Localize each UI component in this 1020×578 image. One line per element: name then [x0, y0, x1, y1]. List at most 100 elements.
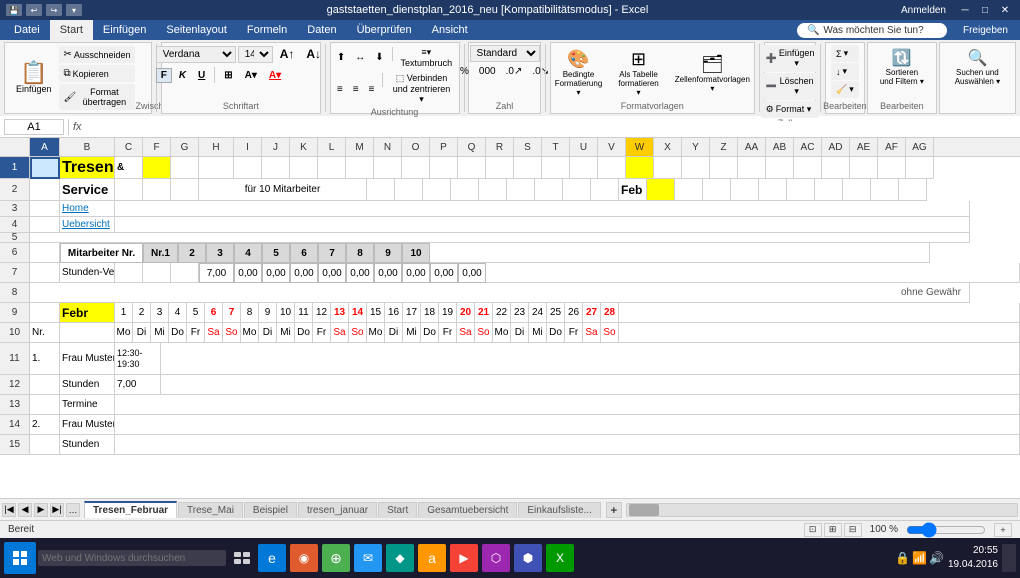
cell-q10-mo[interactable]: Mo — [367, 323, 385, 343]
find-select-btn[interactable]: 🔍 Suchen und Auswählen ▾ — [944, 45, 1011, 89]
cell-ab2[interactable] — [759, 179, 787, 201]
cell-a14[interactable]: 2. — [30, 415, 60, 435]
bold-btn[interactable]: F — [156, 68, 172, 83]
row-header-4[interactable]: 4 — [0, 217, 29, 233]
row-header-1[interactable]: 1 — [0, 157, 29, 179]
cell-s1[interactable] — [514, 157, 542, 179]
cell-i7[interactable]: 0,00 — [234, 263, 262, 283]
cell-a2[interactable] — [30, 179, 60, 201]
cell-m10-do[interactable]: Do — [295, 323, 313, 343]
cell-a10[interactable]: Nr. — [30, 323, 60, 343]
cell-v10-sa[interactable]: Sa — [457, 323, 475, 343]
cell-t2[interactable] — [535, 179, 563, 201]
login-btn[interactable]: Anmelden — [893, 2, 954, 18]
cell-f10-do[interactable]: Do — [169, 323, 187, 343]
amazon-icon[interactable]: a — [418, 544, 446, 572]
row-header-13[interactable]: 13 — [0, 395, 29, 415]
cell-b11[interactable]: Frau Muster — [60, 343, 115, 375]
row-header-5[interactable]: 5 — [0, 233, 29, 243]
cell-ac2[interactable] — [787, 179, 815, 201]
cell-b6-merged[interactable]: Mitarbeiter Nr. — [60, 243, 143, 263]
name-box[interactable]: A1 — [4, 119, 64, 135]
undo-icon[interactable]: ↩ — [26, 4, 42, 16]
cell-y1[interactable] — [682, 157, 710, 179]
cell-i10-so[interactable]: So — [223, 323, 241, 343]
tab-next-btn[interactable]: ▶ — [34, 503, 48, 517]
cell-af1[interactable] — [878, 157, 906, 179]
cell-p10-so[interactable]: So — [349, 323, 367, 343]
scroll-thumb[interactable] — [629, 504, 659, 516]
col-header-a[interactable]: A — [30, 138, 60, 156]
cell-c1[interactable]: & — [115, 157, 143, 179]
cell-l9-10[interactable]: 10 — [277, 303, 295, 323]
col-header-q[interactable]: Q — [458, 138, 486, 156]
cell-j1[interactable] — [262, 157, 290, 179]
row-header-9[interactable]: 9 — [0, 303, 29, 323]
align-top-btn[interactable]: ⬆ — [333, 45, 349, 70]
cell-i9-7[interactable]: 7 — [223, 303, 241, 323]
cell-u10-fr[interactable]: Fr — [439, 323, 457, 343]
cell-ab10-fr[interactable]: Fr — [565, 323, 583, 343]
cell-h1[interactable] — [199, 157, 234, 179]
cell-j10-mo[interactable]: Mo — [241, 323, 259, 343]
cell-c10-mo[interactable]: Mo — [115, 323, 133, 343]
cell-h2-merged[interactable]: für 10 Mitarbeiter — [199, 179, 367, 201]
cell-c3-rest[interactable] — [115, 201, 970, 217]
cell-k1[interactable] — [290, 157, 318, 179]
cell-s9-17[interactable]: 17 — [403, 303, 421, 323]
col-header-ac[interactable]: AC — [794, 138, 822, 156]
format-painter-btn[interactable]: 🖌Format übertragen — [59, 84, 136, 110]
cell-v1[interactable] — [598, 157, 626, 179]
align-right-btn[interactable]: ≡ — [365, 71, 379, 107]
col-header-ag[interactable]: AG — [906, 138, 934, 156]
cell-j7[interactable]: 0,00 — [262, 263, 290, 283]
col-header-n[interactable]: N — [374, 138, 402, 156]
add-sheet-btn[interactable]: + — [606, 502, 622, 518]
cell-p6[interactable]: 9 — [374, 243, 402, 263]
dropdown-icon[interactable]: ▾ — [66, 4, 82, 16]
as-table-btn[interactable]: ⊞ Als Tabelle formatieren ▾ — [611, 46, 665, 100]
cut-btn[interactable]: ✂Ausschneiden — [59, 46, 136, 63]
horizontal-scrollbar[interactable] — [626, 503, 1018, 517]
cell-r10-di[interactable]: Di — [385, 323, 403, 343]
cell-m7[interactable]: 0,00 — [346, 263, 374, 283]
fill-color-btn[interactable]: A▾ — [240, 68, 262, 83]
cell-o9-13[interactable]: 13 — [331, 303, 349, 323]
save-icon[interactable]: 💾 — [6, 4, 22, 16]
cell-a11[interactable]: 1. — [30, 343, 60, 375]
cell-a7[interactable] — [30, 263, 60, 283]
row-header-10[interactable]: 10 — [0, 323, 29, 343]
cell-s10-mi[interactable]: Mi — [403, 323, 421, 343]
cell-ac10-sa[interactable]: Sa — [583, 323, 601, 343]
cell-c9-1[interactable]: 1 — [115, 303, 133, 323]
cell-y9-23[interactable]: 23 — [511, 303, 529, 323]
tab-seitenlayout[interactable]: Seitenlayout — [156, 20, 237, 40]
cell-rest-11[interactable] — [161, 343, 1020, 375]
fill-btn[interactable]: ↓▾ — [831, 63, 859, 80]
tab-ansicht[interactable]: Ansicht — [422, 20, 478, 40]
view-buttons[interactable]: ⊡ ⊞ ⊟ — [804, 523, 862, 537]
cell-o6[interactable]: 8 — [346, 243, 374, 263]
tab-start[interactable]: Start — [50, 20, 93, 40]
cell-l6[interactable]: 5 — [262, 243, 290, 263]
app7-icon[interactable]: ⬢ — [514, 544, 542, 572]
cell-i6[interactable]: 2 — [178, 243, 206, 263]
cell-a5[interactable] — [30, 233, 970, 243]
cell-e10-mi[interactable]: Mi — [151, 323, 169, 343]
cell-b15-stunden[interactable]: Stunden — [60, 435, 115, 455]
cell-k9-9[interactable]: 9 — [259, 303, 277, 323]
cell-v2[interactable] — [591, 179, 619, 201]
cell-u9-19[interactable]: 19 — [439, 303, 457, 323]
tab-last-btn[interactable]: ▶| — [50, 503, 64, 517]
cell-z2[interactable] — [703, 179, 731, 201]
col-header-o[interactable]: O — [402, 138, 430, 156]
number-format-select[interactable]: Standard — [470, 45, 540, 62]
cell-m1[interactable] — [346, 157, 374, 179]
cell-q2[interactable] — [451, 179, 479, 201]
cell-g1[interactable] — [171, 157, 199, 179]
edge-icon[interactable]: ◉ — [290, 544, 318, 572]
thousands-btn[interactable]: 000 — [475, 64, 500, 79]
maximize-btn[interactable]: □ — [976, 2, 994, 18]
minimize-btn[interactable]: ─ — [956, 2, 974, 18]
tab-nav-buttons[interactable]: |◀ ◀ ▶ ▶| … — [2, 503, 80, 517]
